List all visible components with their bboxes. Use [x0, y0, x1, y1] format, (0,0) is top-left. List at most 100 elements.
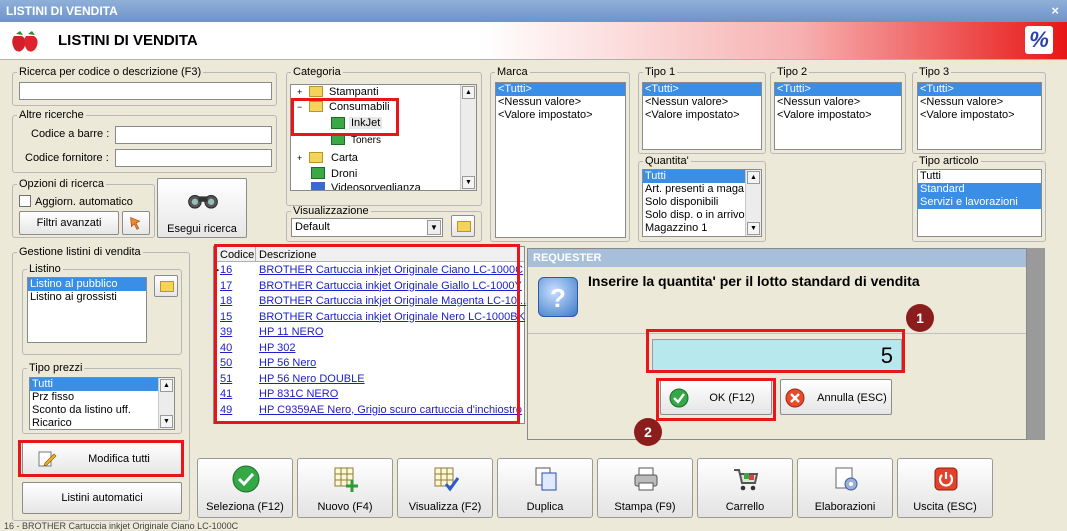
highlight-box-category: [291, 98, 399, 136]
print-label: Stampa (F9): [614, 501, 676, 513]
search-legend: Ricerca per codice o descrizione (F3): [19, 66, 202, 78]
strawberry-logo-icon: [12, 31, 38, 52]
list-item[interactable]: Listino ai grossisti: [28, 291, 146, 304]
list-item[interactable]: Listino al pubblico: [28, 278, 146, 291]
list-item[interactable]: Tutti: [918, 170, 1041, 183]
list-item[interactable]: <Tutti>: [918, 83, 1041, 96]
new-label: Nuovo (F4): [317, 501, 373, 513]
exit-label: Uscita (ESC): [913, 501, 977, 513]
filter-pointer-button[interactable]: [122, 211, 150, 235]
exit-button[interactable]: Uscita (ESC): [897, 458, 993, 518]
scroll-up-icon[interactable]: ▲: [160, 379, 173, 392]
step-marker-1: 1: [906, 304, 934, 332]
page-title: LISTINI DI VENDITA: [58, 32, 198, 49]
list-item[interactable]: Standard: [918, 183, 1041, 196]
price-type-legend: Tipo prezzi: [29, 362, 83, 374]
quantity-scrollbar[interactable]: ▲ ▼: [745, 170, 761, 236]
type2-list[interactable]: <Tutti> <Nessun valore> <Valore impostat…: [774, 82, 902, 150]
quantity-list[interactable]: Tutti Art. presenti a maga Solo disponib…: [642, 169, 762, 237]
category-item[interactable]: Carta: [331, 152, 358, 164]
duplicate-button[interactable]: Duplica: [497, 458, 593, 518]
list-item[interactable]: Magazzino 1: [643, 222, 761, 235]
category-node-icon: [311, 182, 325, 190]
scroll-up-icon[interactable]: ▲: [747, 171, 760, 184]
view-folder-button[interactable]: [451, 215, 475, 237]
article-type-list[interactable]: Tutti Standard Servizi e lavorazioni: [917, 169, 1042, 237]
expand-icon[interactable]: +: [297, 153, 302, 163]
list-item[interactable]: <Nessun valore>: [643, 96, 761, 109]
execute-search-label: Esegui ricerca: [167, 223, 237, 235]
new-button[interactable]: Nuovo (F4): [297, 458, 393, 518]
view-select[interactable]: Default ▼: [291, 218, 443, 237]
search-options-legend: Opzioni di ricerca: [19, 178, 104, 190]
cancel-label: Annulla (ESC): [817, 392, 887, 404]
category-item[interactable]: Droni: [331, 168, 357, 180]
list-item[interactable]: Tutti: [643, 170, 745, 183]
category-node-icon: [311, 167, 325, 179]
title-bar: LISTINI DI VENDITA ×: [0, 0, 1067, 22]
category-item[interactable]: Videosorveglianza: [331, 182, 421, 190]
close-icon[interactable]: ×: [1051, 3, 1059, 18]
execute-search-button[interactable]: Esegui ricerca: [157, 178, 247, 238]
brand-legend: Marca: [497, 66, 528, 78]
list-item[interactable]: Sconto da listino uff.: [30, 404, 174, 417]
processing-button[interactable]: Elaborazioni: [797, 458, 893, 518]
auto-update-checkbox[interactable]: [19, 195, 31, 207]
automatic-lists-button[interactable]: Listini automatici: [22, 482, 182, 514]
requester-message: Inserire la quantita' per il lotto stand…: [588, 273, 920, 289]
duplicate-icon: [535, 467, 557, 491]
auto-update-label: Aggiorn. automatico: [35, 196, 133, 208]
chevron-down-icon[interactable]: ▼: [427, 220, 441, 235]
scroll-down-icon[interactable]: ▼: [462, 176, 475, 189]
category-scrollbar[interactable]: ▲ ▼: [460, 85, 476, 190]
list-item[interactable]: Solo disponibili: [643, 196, 761, 209]
list-item[interactable]: Prz fisso: [30, 391, 174, 404]
barcode-input[interactable]: [115, 126, 272, 144]
list-item[interactable]: <Nessun valore>: [918, 96, 1041, 109]
list-item[interactable]: <Tutti>: [775, 83, 901, 96]
list-item[interactable]: Ricarico: [30, 417, 174, 429]
scroll-down-icon[interactable]: ▼: [160, 415, 173, 428]
select-label: Seleziona (F12): [206, 501, 284, 513]
cart-button[interactable]: Carrello: [697, 458, 793, 518]
cancel-x-icon: [785, 388, 805, 408]
select-button[interactable]: Seleziona (F12): [197, 458, 293, 518]
list-item[interactable]: Tutti: [30, 378, 158, 391]
list-item[interactable]: Servizi e lavorazioni: [918, 196, 1041, 209]
type1-list[interactable]: <Tutti> <Nessun valore> <Valore impostat…: [642, 82, 762, 150]
list-item[interactable]: <Valore impostato>: [775, 109, 901, 122]
view-label: Visualizza (F2): [408, 501, 482, 513]
duplicate-label: Duplica: [526, 501, 564, 513]
list-item[interactable]: <Valore impostato>: [918, 109, 1041, 122]
view-legend: Visualizzazione: [293, 205, 369, 217]
supplier-code-input[interactable]: [115, 149, 272, 167]
category-item[interactable]: Toners: [351, 135, 381, 146]
folder-icon: [160, 281, 174, 292]
price-type-scrollbar[interactable]: ▲ ▼: [158, 378, 174, 429]
scroll-up-icon[interactable]: ▲: [462, 86, 475, 99]
brand-list[interactable]: <Tutti> <Nessun valore> <Valore impostat…: [495, 82, 626, 238]
list-item[interactable]: <Nessun valore>: [496, 96, 625, 109]
list-item[interactable]: <Nessun valore>: [775, 96, 901, 109]
category-item[interactable]: Stampanti: [329, 86, 379, 98]
search-input[interactable]: [19, 82, 272, 100]
list-item[interactable]: Solo disp. o in arrivo: [643, 209, 761, 222]
type3-list[interactable]: <Tutti> <Nessun valore> <Valore impostat…: [917, 82, 1042, 150]
processing-label: Elaborazioni: [814, 501, 876, 513]
scroll-down-icon[interactable]: ▼: [747, 222, 760, 235]
list-item[interactable]: <Valore impostato>: [496, 109, 625, 122]
listino-list[interactable]: Listino al pubblico Listino ai grossisti: [27, 277, 147, 343]
price-type-list[interactable]: Tutti Prz fisso Sconto da listino uff. R…: [29, 377, 175, 430]
print-button[interactable]: Stampa (F9): [597, 458, 693, 518]
advanced-filters-button[interactable]: Filtri avanzati: [19, 211, 119, 235]
list-item[interactable]: Art. presenti a maga: [643, 183, 761, 196]
new-grid-icon: [334, 467, 358, 492]
status-bar: 16 - BROTHER Cartuccia inkjet Originale …: [4, 521, 239, 531]
list-item[interactable]: <Tutti>: [496, 83, 625, 96]
list-item[interactable]: <Valore impostato>: [643, 109, 761, 122]
cancel-button[interactable]: Annulla (ESC): [780, 379, 892, 415]
list-item[interactable]: <Tutti>: [643, 83, 761, 96]
view-button[interactable]: Visualizza (F2): [397, 458, 493, 518]
listino-folder-button[interactable]: [154, 275, 178, 297]
expand-icon[interactable]: +: [297, 87, 302, 97]
